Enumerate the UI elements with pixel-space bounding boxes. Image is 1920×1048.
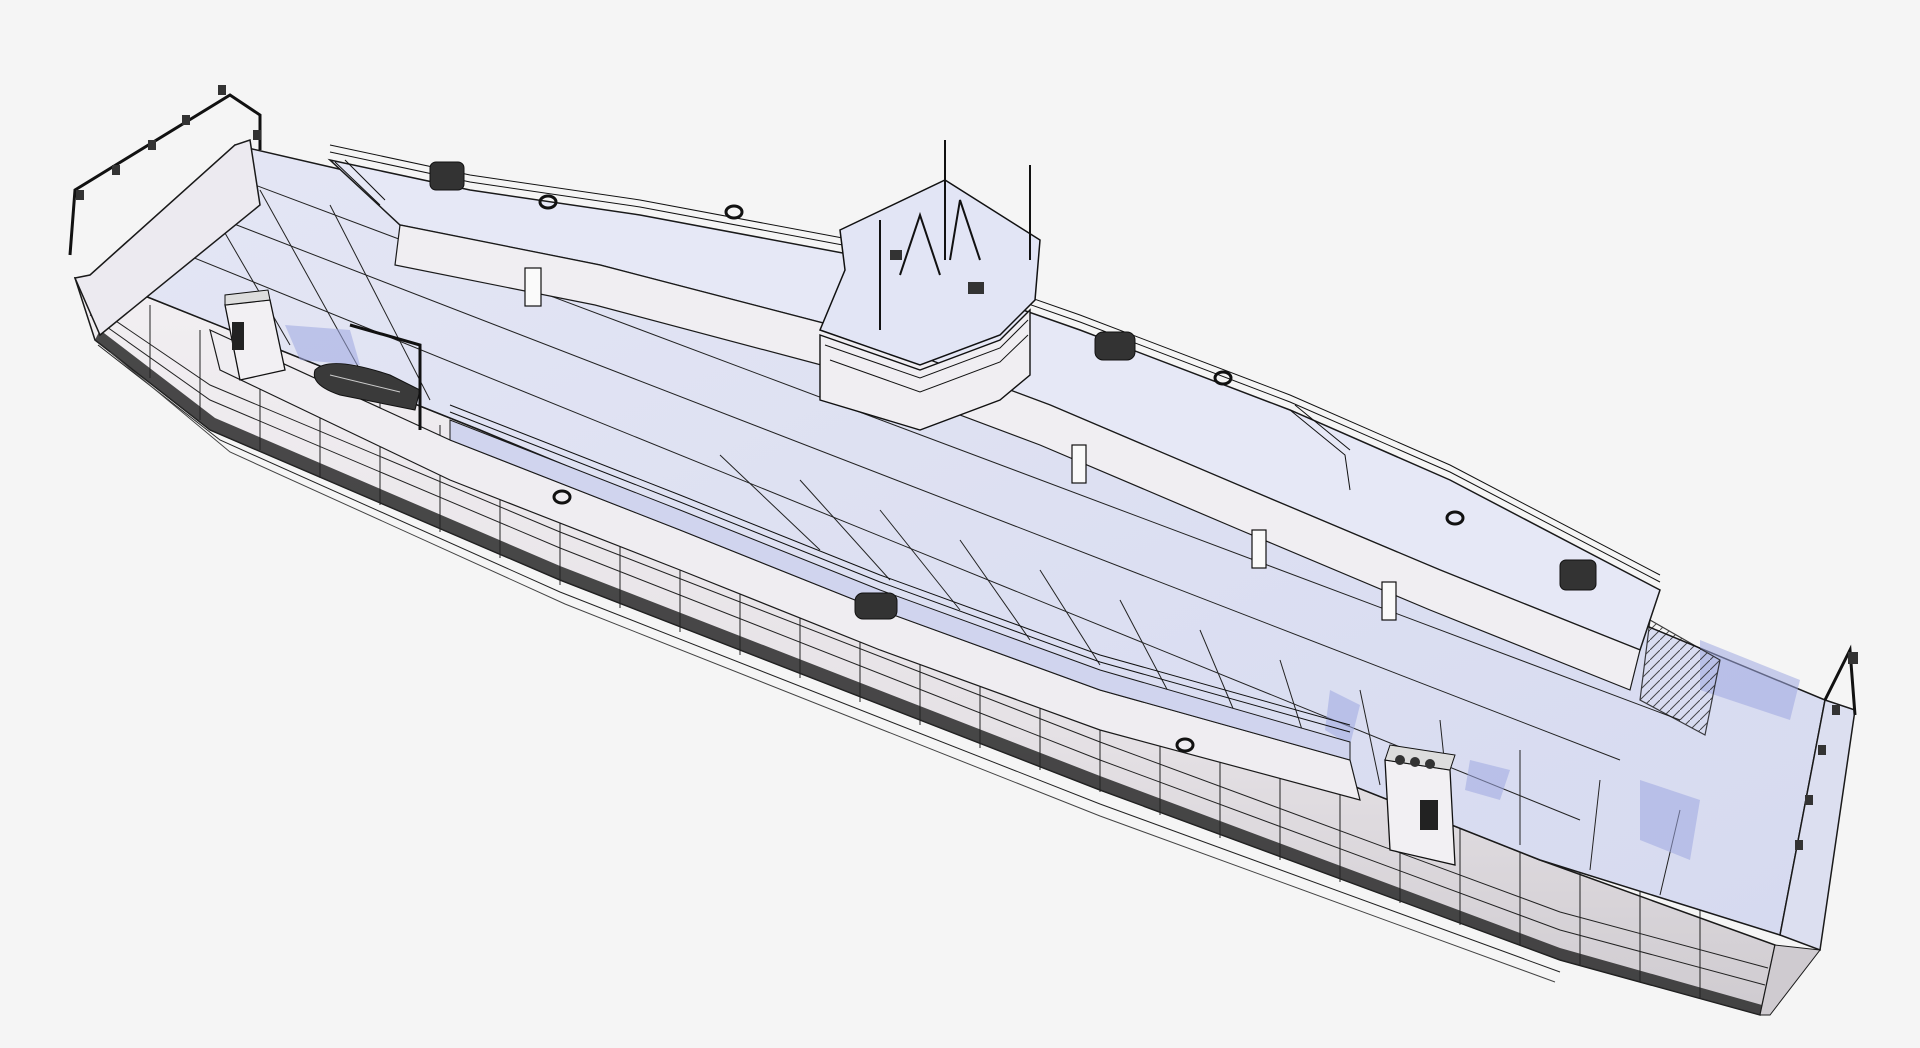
light-icon bbox=[1818, 745, 1826, 755]
light-icon bbox=[148, 140, 156, 150]
wheelhouse bbox=[819, 140, 1041, 431]
radar-icon bbox=[890, 250, 902, 260]
winch-icon bbox=[854, 592, 898, 620]
ferry-model bbox=[68, 85, 1858, 1016]
vent-stack-stern bbox=[1384, 744, 1456, 866]
light-icon bbox=[182, 115, 190, 125]
light-icon bbox=[1848, 652, 1858, 664]
light-icon bbox=[1805, 795, 1813, 805]
light-icon bbox=[112, 165, 120, 175]
light-icon bbox=[218, 85, 226, 95]
winch-icon bbox=[429, 161, 465, 191]
render-viewport bbox=[0, 0, 1920, 1048]
life-ring-icon bbox=[1213, 370, 1233, 386]
life-ring-icon bbox=[724, 204, 744, 220]
light-icon bbox=[1832, 705, 1840, 715]
searchlight-icon bbox=[968, 282, 984, 294]
light-icon bbox=[253, 130, 261, 140]
light-icon bbox=[1795, 840, 1803, 850]
winch-icon bbox=[1094, 331, 1136, 361]
light-icon bbox=[76, 190, 84, 200]
winch-icon bbox=[1559, 559, 1597, 591]
